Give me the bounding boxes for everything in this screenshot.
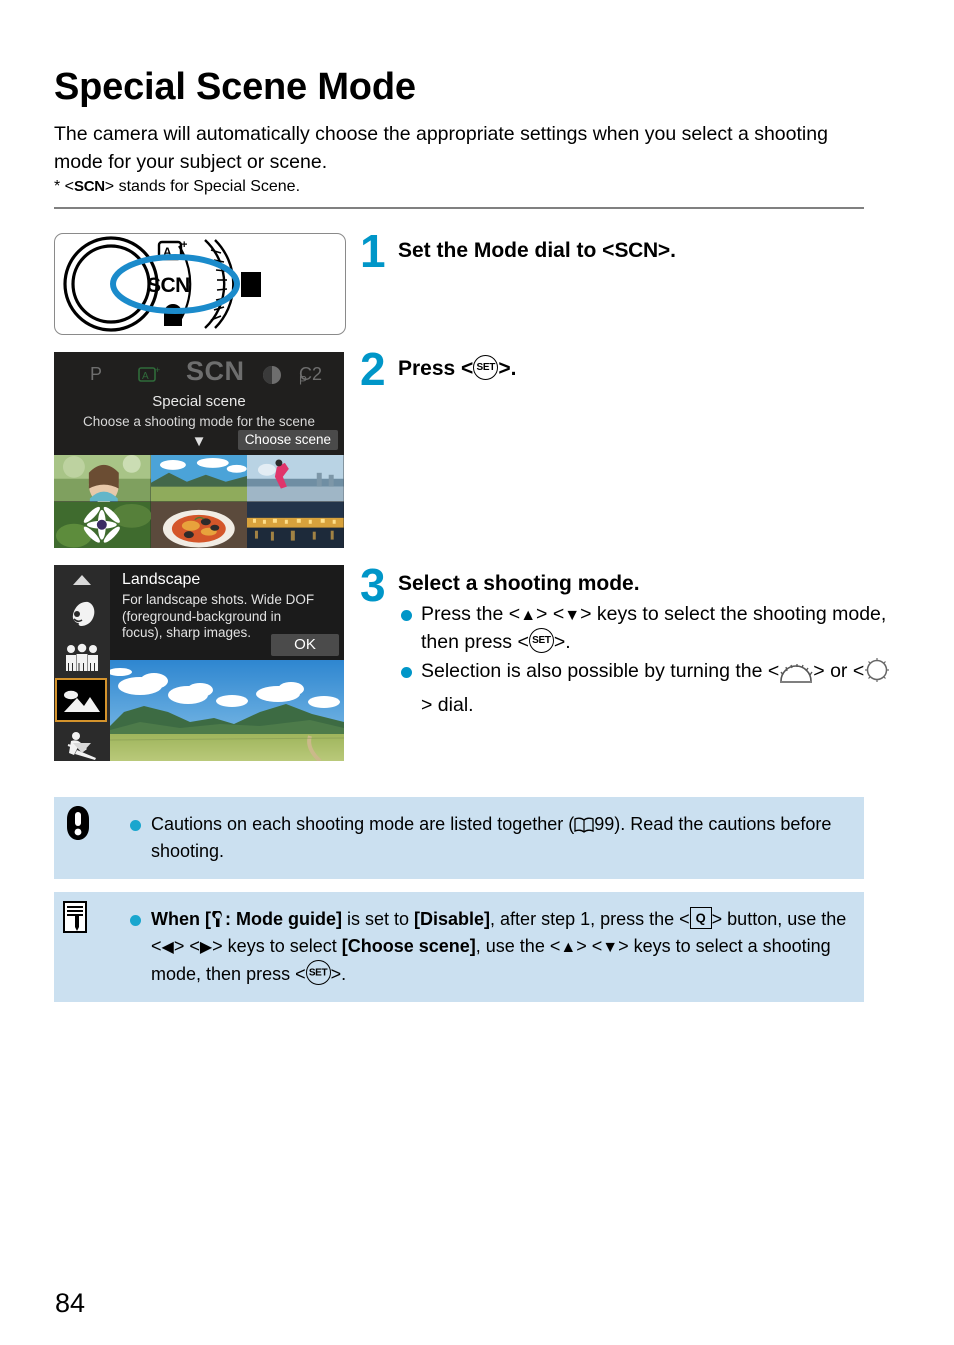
step-2-text-before: Press <	[398, 357, 474, 380]
svg-text:+: +	[181, 239, 187, 251]
caution-box: Cautions on each shooting mode are liste…	[54, 797, 864, 879]
mode-c2-label: C2 P	[299, 364, 323, 388]
right-arrow-key-icon: ▶	[199, 939, 213, 956]
up-arrow-key-icon: ▲	[560, 939, 577, 956]
manual-page: Special Scene Mode The camera will autom…	[0, 0, 954, 1345]
header-divider	[54, 207, 864, 209]
step-3-bullet-2: Selection is also possible by turning th…	[398, 657, 898, 719]
mode-scn-label: SCN	[186, 356, 245, 386]
page-number: 84	[55, 1288, 86, 1318]
mode-guide-description: Choose a shooting mode for the scene	[83, 414, 315, 429]
scene-thumbnail-grid	[54, 455, 344, 548]
mode-row: P A + SCN C2 P	[54, 356, 344, 390]
down-arrow-key-icon: ▼	[564, 607, 581, 624]
svg-text:SCN: SCN	[147, 274, 190, 297]
mode-dial-illustration: SCN A +	[63, 236, 261, 332]
scroll-up-arrow-icon[interactable]	[54, 569, 110, 591]
caution-body: Cautions on each shooting mode are liste…	[126, 797, 864, 879]
note-icon	[62, 900, 92, 943]
set-button-icon: SET	[473, 355, 499, 380]
intro-paragraph: The camera will automatically choose the…	[54, 123, 828, 173]
step-2-text-after: >.	[498, 357, 517, 380]
movie-mode-icon	[164, 304, 182, 326]
thumbnail-closeup	[54, 501, 151, 548]
scroll-down-arrow-icon[interactable]	[54, 737, 110, 759]
thumbnail-food	[150, 501, 248, 548]
scn-symbol: SCN	[74, 178, 105, 195]
page-title: Special Scene Mode	[54, 66, 416, 108]
wrench-icon	[211, 909, 225, 927]
mode-dial-figure: SCN A +	[54, 233, 346, 335]
reference-page-number: 99	[594, 814, 615, 834]
footnote-prefix: * <	[54, 178, 75, 195]
step-3-bullet-1: Press the <▲> <▼> keys to select the sho…	[398, 600, 898, 656]
mode-guide-title: Special scene	[152, 393, 246, 410]
thumbnail-landscape	[150, 455, 248, 502]
caution-icon	[62, 805, 94, 846]
step-3-bullet-list: Press the <▲> <▼> keys to select the sho…	[398, 600, 898, 720]
choose-scene-button[interactable]: Choose scene	[237, 430, 338, 450]
set-button-icon: SET	[528, 628, 554, 653]
scene-info-panel: Landscape For landscape shots. Wide DOF …	[110, 565, 344, 660]
step-1-text-before: Set the Mode dial to <	[398, 239, 615, 262]
landscape-icon[interactable]	[54, 678, 110, 722]
quick-control-button-icon: Q	[689, 907, 712, 929]
mode-guide-screen: P A + SCN C2 P Special scene Choose a shoo…	[54, 352, 344, 548]
step-3-heading: Select a shooting mode.	[398, 572, 640, 595]
scene-select-screen: Landscape For landscape shots. Wide DOF …	[54, 565, 344, 761]
thumbnail-sports	[247, 455, 344, 502]
svg-text:+: +	[155, 365, 160, 375]
step-1-number: 1	[360, 225, 386, 277]
step-2-number: 2	[360, 343, 386, 395]
scene-preview-image	[110, 660, 344, 761]
footnote-suffix: > stands for Special Scene.	[104, 178, 301, 195]
step-3-number: 3	[360, 559, 386, 611]
step-1-scn-symbol: SCN	[614, 239, 658, 262]
thumbnail-portrait	[54, 455, 151, 502]
step-1-heading: Set the Mode dial to <SCN>.	[398, 237, 898, 265]
ok-button[interactable]: OK	[271, 634, 339, 656]
note-body: When [: Mode guide] is set to [Disable],…	[126, 892, 864, 1002]
chevron-down-icon[interactable]: ▼	[192, 434, 207, 449]
scene-name: Landscape	[122, 571, 201, 588]
step-2-heading: Press < SET >.	[398, 355, 898, 383]
quick-control-dial-icon	[864, 657, 890, 691]
book-icon	[574, 814, 594, 833]
portrait-icon[interactable]	[54, 593, 110, 635]
caution-text: Cautions on each shooting mode are liste…	[126, 811, 850, 865]
down-arrow-key-icon: ▼	[602, 939, 619, 956]
mode-p-label: P	[90, 364, 103, 384]
svg-text:A: A	[142, 371, 149, 382]
mode-auto-icon: A +	[138, 365, 162, 390]
main-dial-icon	[779, 663, 813, 691]
footnote: * <SCN> stands for Special Scene.	[54, 176, 864, 198]
group-photo-icon[interactable]	[54, 637, 110, 679]
note-text: When [: Mode guide] is set to [Disable],…	[126, 906, 850, 988]
step-1-text-after: >.	[657, 239, 677, 262]
note-box: When [: Mode guide] is set to [Disable],…	[54, 892, 864, 1002]
up-arrow-key-icon: ▲	[520, 607, 537, 624]
creative-filter-icon	[262, 365, 282, 390]
thumbnail-nightscene	[247, 501, 344, 548]
left-arrow-key-icon: ◀	[161, 939, 174, 956]
set-button-icon: SET	[305, 960, 331, 985]
